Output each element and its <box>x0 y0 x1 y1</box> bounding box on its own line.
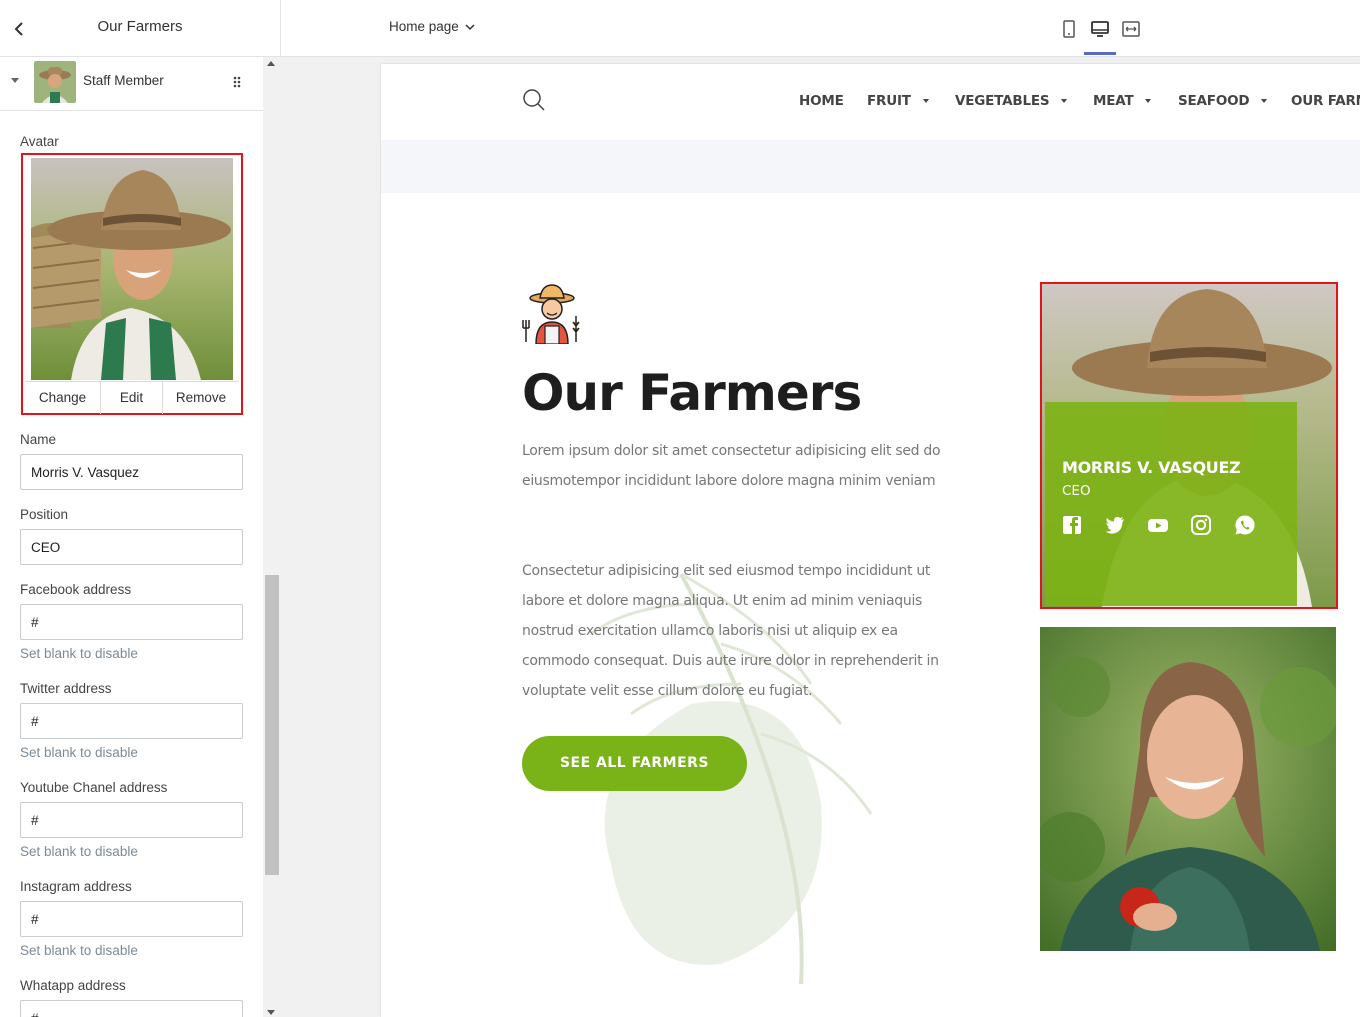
decorative-band <box>381 140 1360 193</box>
body-line-4: commodo consequat. Duis aute irure dolor… <box>522 653 939 669</box>
farmer-card[interactable] <box>1040 627 1336 951</box>
body-line-2: labore et dolore magna aliqua. Ut enim a… <box>522 593 923 609</box>
nav-vegetables[interactable]: VEGETABLES <box>955 93 1068 109</box>
body-line-5: voluptate velit esse cillum dolore eu fu… <box>522 683 813 699</box>
whatsapp-input[interactable] <box>20 1000 243 1017</box>
whatsapp-icon[interactable] <box>1234 514 1256 536</box>
twitter-label: Twitter address <box>20 681 112 696</box>
search-icon[interactable] <box>522 88 546 112</box>
scroll-up-arrow-icon[interactable] <box>267 61 275 66</box>
chevron-down-icon <box>465 24 475 30</box>
avatar-picker: Change Edit Remove <box>21 153 243 415</box>
avatar-actions: Change Edit Remove <box>25 381 239 414</box>
desktop-icon[interactable] <box>1089 18 1111 40</box>
dropdown-caret-icon <box>1261 99 1268 103</box>
page-selector[interactable]: Home page <box>389 19 475 34</box>
farmer-name: MORRIS V. VASQUEZ <box>1062 458 1241 477</box>
site-preview: HOME FRUIT VEGETABLES MEAT SEAFOOD OUR F… <box>381 64 1360 1017</box>
site-navigation: HOME FRUIT VEGETABLES MEAT SEAFOOD OUR F… <box>381 64 1360 140</box>
facebook-hint: Set blank to disable <box>20 646 138 661</box>
position-label: Position <box>20 507 69 522</box>
scroll-thumb[interactable] <box>265 575 279 875</box>
nav-seafood[interactable]: SEAFOOD <box>1178 93 1268 109</box>
facebook-label: Facebook address <box>20 582 132 597</box>
youtube-hint: Set blank to disable <box>20 844 138 859</box>
youtube-icon[interactable] <box>1147 514 1169 536</box>
dropdown-caret-icon <box>922 99 929 103</box>
youtube-input[interactable] <box>20 802 243 838</box>
remove-avatar-button[interactable]: Remove <box>163 382 239 414</box>
page-selector-label: Home page <box>389 19 459 34</box>
farmer-logo-icon <box>522 284 580 344</box>
intro-line-1: Lorem ipsum dolor sit amet consectetur a… <box>522 443 941 459</box>
twitter-hint: Set blank to disable <box>20 745 138 760</box>
drag-handle-icon[interactable] <box>232 75 242 89</box>
instagram-label: Instagram address <box>20 879 132 894</box>
nav-meat-label: MEAT <box>1093 93 1134 109</box>
body-line-1: Consectetur adipisicing elit sed eiusmod… <box>522 563 931 579</box>
position-input[interactable] <box>20 529 243 565</box>
avatar-image[interactable] <box>31 158 233 380</box>
editor-topbar: Home page <box>281 0 1360 57</box>
dropdown-caret-icon <box>1061 99 1068 103</box>
block-label: Staff Member <box>83 73 164 88</box>
nav-home-label: HOME <box>799 93 844 109</box>
sidebar-scroll-area: Staff Member Avatar Change Edit Remove N… <box>0 57 263 1017</box>
nav-our-farm-label: OUR FARM <box>1291 93 1360 109</box>
nav-home[interactable]: HOME <box>799 93 844 109</box>
sidebar-scrollbar[interactable] <box>263 57 281 1017</box>
farmer-position: CEO <box>1062 483 1091 499</box>
sidebar-header: Our Farmers <box>0 0 280 57</box>
intro-line-2: eiusmotempor incididunt labore dolore ma… <box>522 473 936 489</box>
nav-fruit[interactable]: FRUIT <box>867 93 929 109</box>
edit-avatar-button[interactable]: Edit <box>101 382 163 414</box>
active-device-indicator <box>1084 52 1116 55</box>
instagram-input[interactable] <box>20 901 243 937</box>
farmer-photo <box>1040 627 1336 951</box>
nav-meat[interactable]: MEAT <box>1093 93 1152 109</box>
body-line-3: nostrud exercitation ullamco laboris nis… <box>522 623 898 639</box>
youtube-label: Youtube Chanel address <box>20 780 168 795</box>
scroll-down-arrow-icon[interactable] <box>267 1010 275 1015</box>
farmer-card-selected[interactable]: MORRIS V. VASQUEZ CEO <box>1040 282 1338 609</box>
name-label: Name <box>20 432 57 447</box>
change-avatar-button[interactable]: Change <box>25 382 101 414</box>
twitter-icon[interactable] <box>1104 514 1126 536</box>
see-all-farmers-button[interactable]: SEE ALL FARMERS <box>522 736 747 791</box>
dropdown-caret-icon <box>1145 99 1152 103</box>
nav-fruit-label: FRUIT <box>867 93 911 109</box>
staff-member-thumbnail <box>34 61 76 103</box>
editor-sidebar: Our Farmers Staff Member Avatar Change E… <box>0 0 281 1017</box>
mobile-icon[interactable] <box>1058 18 1080 40</box>
instagram-icon[interactable] <box>1190 514 1212 536</box>
fullwidth-icon[interactable] <box>1120 18 1142 40</box>
farmer-info-overlay: MORRIS V. VASQUEZ CEO <box>1045 402 1297 606</box>
facebook-input[interactable] <box>20 604 243 640</box>
nav-our-farm[interactable]: OUR FARM <box>1291 93 1360 109</box>
twitter-input[interactable] <box>20 703 243 739</box>
sidebar-title: Our Farmers <box>97 18 183 35</box>
section-title: Our Farmers <box>522 364 862 422</box>
facebook-icon[interactable] <box>1061 514 1083 536</box>
whatsapp-label: Whatapp address <box>20 978 126 993</box>
nav-vegetables-label: VEGETABLES <box>955 93 1050 109</box>
nav-seafood-label: SEAFOOD <box>1178 93 1250 109</box>
collapse-caret-icon[interactable] <box>10 77 20 85</box>
instagram-hint: Set blank to disable <box>20 943 138 958</box>
name-input[interactable] <box>20 454 243 490</box>
avatar-label: Avatar <box>20 134 59 149</box>
staff-member-block[interactable]: Staff Member <box>0 57 263 111</box>
